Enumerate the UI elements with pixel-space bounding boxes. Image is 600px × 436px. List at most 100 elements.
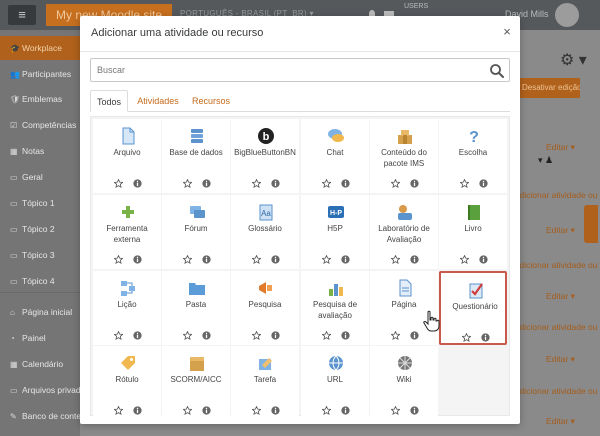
info-icon[interactable] (410, 406, 419, 415)
module-tile[interactable]: Pasta (162, 271, 230, 345)
add-activity-link[interactable]: + Adicionar atividade ou recurso (507, 190, 600, 200)
sidebar-item[interactable]: ▦ Notas (0, 139, 80, 163)
info-icon[interactable] (481, 333, 490, 342)
toggle-editing-button[interactable]: Desativar edição (517, 78, 580, 98)
sidebar-item[interactable]: ◔ Painel (0, 326, 80, 350)
star-icon[interactable] (391, 179, 400, 188)
edit-menu-link[interactable]: Editar ▾ (546, 416, 575, 427)
sidebar-item[interactable]: ▭ Tópico 1 (0, 191, 80, 215)
star-icon[interactable] (460, 179, 469, 188)
edit-menu-link[interactable]: Editar ▾ (546, 291, 575, 302)
side-drawer-tab[interactable] (584, 205, 598, 243)
menu-toggle-button[interactable]: ≡ (8, 5, 36, 25)
module-tile[interactable]: SCORM/AICC (162, 346, 230, 420)
info-icon[interactable] (410, 255, 419, 264)
sidebar-item[interactable]: ▭ Arquivos privados (0, 378, 80, 402)
star-icon[interactable] (322, 179, 331, 188)
star-icon[interactable] (252, 255, 261, 264)
sidebar-item[interactable]: ▭ Tópico 2 (0, 217, 80, 241)
info-icon[interactable] (202, 179, 211, 188)
star-icon[interactable] (114, 331, 123, 340)
star-icon[interactable] (391, 406, 400, 415)
module-tile[interactable]: H-P H5P (301, 195, 369, 269)
star-icon[interactable] (460, 255, 469, 264)
info-icon[interactable] (202, 255, 211, 264)
search-input[interactable] (91, 59, 481, 81)
star-icon[interactable] (183, 179, 192, 188)
module-tile[interactable]: Conteúdo do pacote IMS (370, 119, 438, 193)
star-icon[interactable] (114, 255, 123, 264)
info-icon[interactable] (133, 331, 142, 340)
info-icon[interactable] (341, 255, 350, 264)
info-icon[interactable] (479, 255, 488, 264)
star-icon[interactable] (322, 406, 331, 415)
add-activity-link[interactable]: + Adicionar atividade ou recurso (507, 322, 600, 332)
info-icon[interactable] (271, 179, 280, 188)
star-icon[interactable] (322, 255, 331, 264)
star-icon[interactable] (183, 406, 192, 415)
module-tile[interactable]: Questionário (439, 271, 507, 345)
star-icon[interactable] (391, 255, 400, 264)
sidebar-item[interactable]: ⌂ Página inicial (0, 300, 80, 324)
module-tile[interactable]: Ferramenta externa (93, 195, 161, 269)
star-icon[interactable] (114, 406, 123, 415)
sidebar-item[interactable]: 🛡 Emblemas (0, 87, 80, 111)
search-icon[interactable] (489, 63, 505, 79)
module-tile[interactable]: Pesquisa de avaliação (301, 271, 369, 345)
info-icon[interactable] (271, 255, 280, 264)
info-icon[interactable] (341, 179, 350, 188)
star-icon[interactable] (462, 333, 471, 342)
sidebar-item[interactable]: 👥 Participantes (0, 62, 80, 86)
info-icon[interactable] (479, 179, 488, 188)
info-icon[interactable] (410, 179, 419, 188)
module-tile[interactable]: Wiki (370, 346, 438, 420)
module-tile[interactable]: URL (301, 346, 369, 420)
module-tile[interactable]: Fórum (162, 195, 230, 269)
edit-menu-link[interactable]: Editar ▾ (546, 225, 575, 236)
sidebar-item[interactable]: ✎ Banco de conteúdo (0, 404, 80, 428)
edit-menu-link[interactable]: Editar ▾ (546, 354, 575, 365)
module-tile[interactable]: b BigBlueButtonBN (231, 119, 299, 193)
info-icon[interactable] (133, 255, 142, 264)
person-icon[interactable]: ▾ ♟ (538, 155, 553, 166)
edit-menu-link[interactable]: Editar ▾ (546, 142, 575, 153)
sidebar-item[interactable]: ▦ Calendário (0, 352, 80, 376)
star-icon[interactable] (252, 406, 261, 415)
info-icon[interactable] (341, 406, 350, 415)
module-tile[interactable]: ? Escolha (439, 119, 507, 193)
star-icon[interactable] (252, 331, 261, 340)
tab-resources[interactable]: Recursos (188, 90, 234, 112)
module-tile[interactable]: Lição (93, 271, 161, 345)
module-tile[interactable]: Aa Glossário (231, 195, 299, 269)
gear-icon[interactable]: ⚙ ▾ (560, 50, 587, 70)
info-icon[interactable] (410, 331, 419, 340)
module-tile[interactable]: Tarefa (231, 346, 299, 420)
star-icon[interactable] (322, 331, 331, 340)
close-icon[interactable]: × (500, 24, 514, 40)
module-tile[interactable]: Livro (439, 195, 507, 269)
tab-activities[interactable]: Atividades (132, 90, 184, 112)
info-icon[interactable] (202, 406, 211, 415)
star-icon[interactable] (183, 255, 192, 264)
module-tile[interactable]: Arquivo (93, 119, 161, 193)
sidebar-item[interactable]: ▭ Tópico 4 (0, 269, 80, 293)
module-tile[interactable]: Laboratório de Avaliação (370, 195, 438, 269)
info-icon[interactable] (202, 331, 211, 340)
info-icon[interactable] (133, 406, 142, 415)
info-icon[interactable] (341, 331, 350, 340)
module-tile[interactable]: Chat (301, 119, 369, 193)
tab-all[interactable]: Todos (90, 90, 128, 112)
sidebar-item[interactable]: ▭ Geral (0, 165, 80, 189)
sidebar-item[interactable]: ☑ Competências (0, 113, 80, 137)
module-tile[interactable]: Base de dados (162, 119, 230, 193)
module-tile[interactable]: Pesquisa (231, 271, 299, 345)
sidebar-item[interactable]: 🎓 Workplace (0, 36, 80, 60)
star-icon[interactable] (183, 331, 192, 340)
star-icon[interactable] (114, 179, 123, 188)
user-avatar[interactable] (555, 3, 579, 27)
info-icon[interactable] (271, 331, 280, 340)
module-tile[interactable]: Rótulo (93, 346, 161, 420)
add-activity-link[interactable]: + Adicionar atividade ou recurso (507, 260, 600, 270)
module-tile[interactable]: Página (370, 271, 438, 345)
star-icon[interactable] (391, 331, 400, 340)
